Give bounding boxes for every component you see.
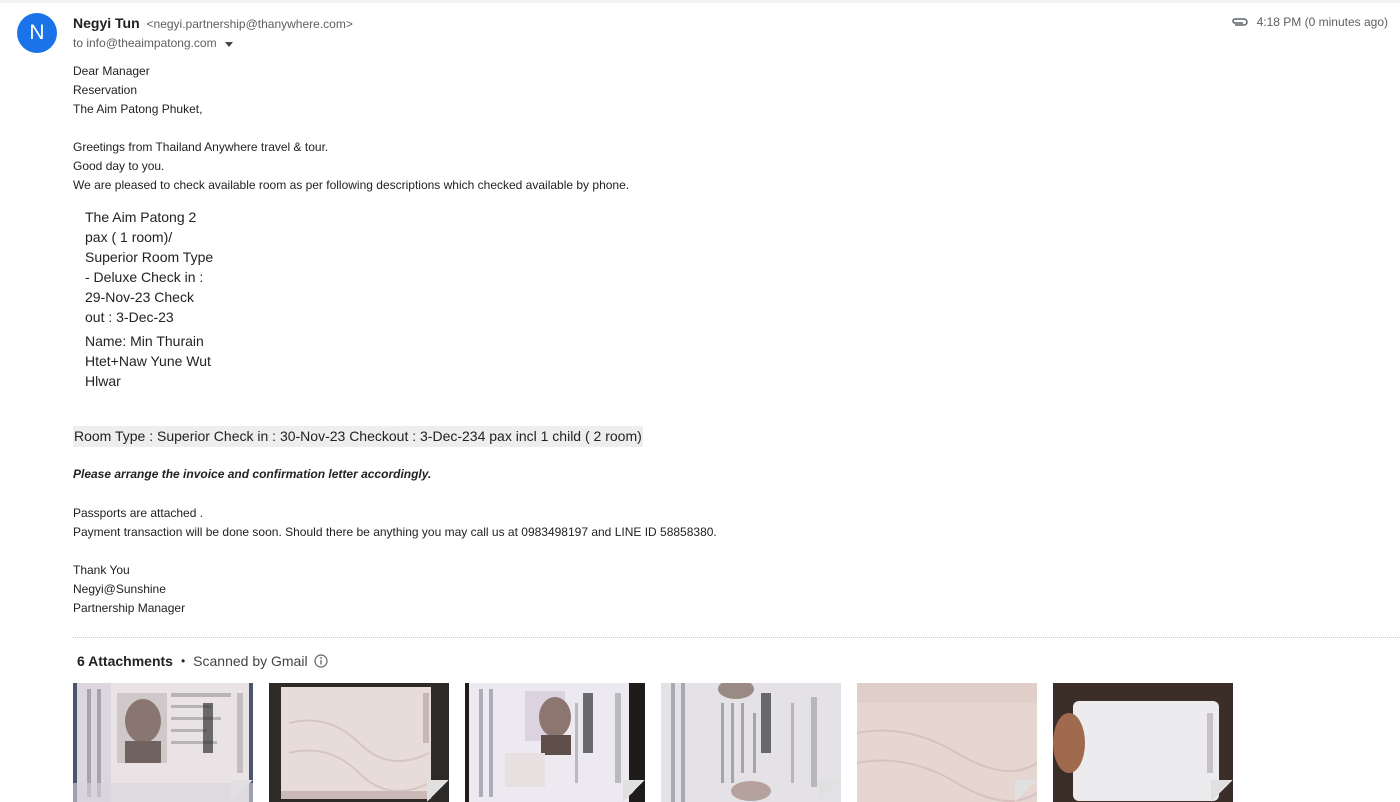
attachment-thumb[interactable] [661, 683, 841, 802]
info-icon[interactable] [313, 654, 328, 668]
recipient-text: to info@theaimpatong.com [73, 36, 217, 50]
thumb-fold [231, 780, 253, 802]
attachment-thumb[interactable] [465, 683, 645, 802]
guest-name-line: Name: Min Thurain [85, 333, 204, 349]
booking-line: 29-Nov-23 Check [85, 289, 194, 305]
guest-name-line: Htet+Naw Yune Wut [85, 353, 211, 369]
attachments-header: 6 Attachments • Scanned by Gmail [77, 653, 328, 669]
intro-line: Good day to you. [73, 159, 165, 173]
sender-email: <negyi.partnership@thanywhere.com> [146, 17, 353, 31]
attachments-divider [73, 637, 1400, 638]
message-time: 4:18 PM (0 minutes ago) [1256, 15, 1388, 29]
greeting-line: The Aim Patong Phuket, [73, 102, 203, 116]
thumb-fold [1211, 780, 1233, 802]
guest-names: Name: Min Thurain Htet+Naw Yune Wut Hlwar [85, 331, 1173, 391]
chevron-down-icon[interactable] [224, 41, 233, 47]
sender-avatar[interactable]: N [17, 13, 57, 53]
booking-line: The Aim Patong 2 [85, 209, 197, 225]
signature-line: Partnership Manager [73, 601, 186, 615]
booking-details: The Aim Patong 2 pax ( 1 room)/ Superior R… [85, 207, 1173, 327]
attachment-thumb[interactable] [73, 683, 253, 802]
thumb-fold [427, 780, 449, 802]
arrange-note: Please arrange the invoice and confirmat… [73, 467, 432, 481]
message-meta: 4:18 PM (0 minutes ago) [1231, 15, 1388, 29]
passport-line: Payment transaction will be done soon. S… [73, 525, 717, 539]
booking-line: - Deluxe Check in : [85, 269, 204, 285]
signature-block: Thank You Negyi@Sunshine Partnership Manag… [73, 561, 1173, 618]
greeting-block: Dear Manager Reservation The Aim Patong Ph… [73, 62, 1173, 119]
thumb-fold [819, 780, 841, 802]
passport-line: Passports are attached . [73, 506, 204, 520]
signature-line: Negyi@Sunshine [73, 582, 166, 596]
attachment-thumbnails [73, 683, 1249, 802]
top-border [0, 0, 1400, 3]
guest-name-line: Hlwar [85, 373, 121, 389]
greeting-line: Dear Manager [73, 64, 150, 78]
passport-note: Passports are attached . Payment transact… [73, 504, 1173, 542]
sender-line: Negyi Tun <negyi.partnership@thanywhere.… [73, 15, 353, 31]
signature-line: Thank You [73, 563, 130, 577]
sender-name[interactable]: Negyi Tun [73, 15, 140, 31]
booking-line: Superior Room Type [85, 249, 214, 265]
room-type-highlight: Room Type : Superior Check in : 30-Nov-2… [73, 426, 643, 447]
scanned-label: Scanned by Gmail [193, 653, 308, 669]
attachment-thumb[interactable] [1053, 683, 1233, 802]
attachment-clip-icon [1231, 16, 1249, 28]
separator-dot: • [180, 654, 186, 668]
greeting-line: Reservation [73, 83, 138, 97]
booking-line: pax ( 1 room)/ [85, 229, 173, 245]
thumb-fold [623, 780, 645, 802]
intro-line: We are pleased to check available room a… [73, 178, 630, 192]
message-body: Dear Manager Reservation The Aim Patong Ph… [73, 62, 1173, 618]
attachments-count: 6 Attachments [77, 653, 173, 669]
recipient-line: to info@theaimpatong.com [73, 36, 233, 50]
intro-block: Greetings from Thailand Anywhere travel … [73, 138, 1173, 195]
booking-line: out : 3-Dec-23 [85, 309, 174, 325]
intro-line: Greetings from Thailand Anywhere travel … [73, 140, 329, 154]
thumb-fold [1015, 780, 1037, 802]
attachment-thumb[interactable] [857, 683, 1037, 802]
attachment-thumb[interactable] [269, 683, 449, 802]
